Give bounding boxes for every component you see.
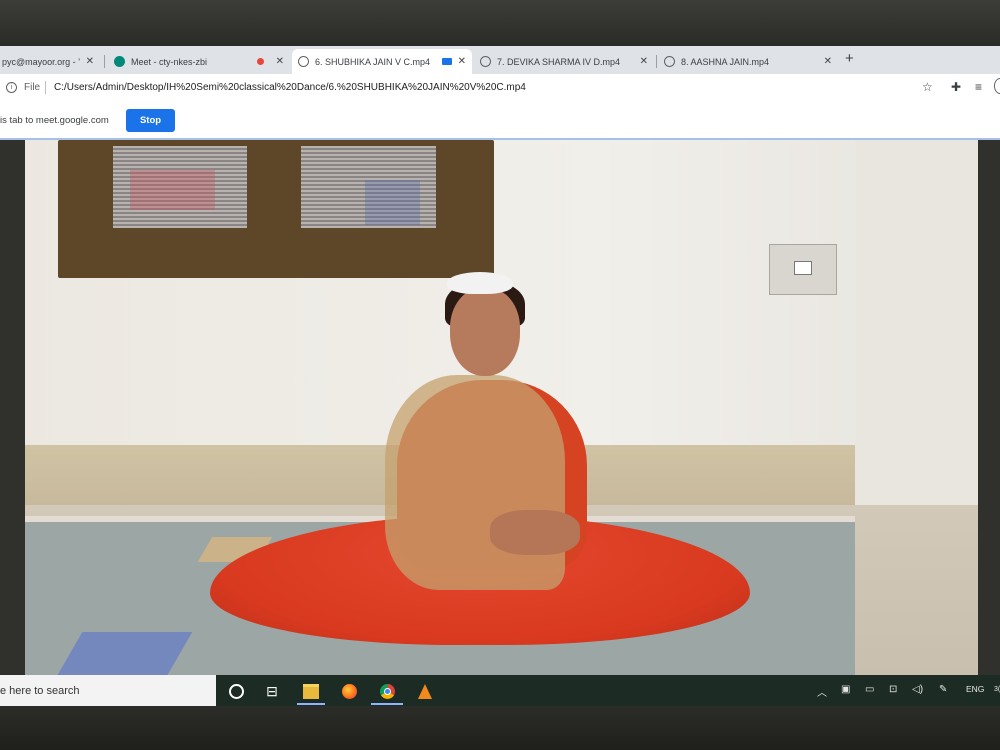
tab-label: 6. SHUBHIKA JAIN V C.mp4 [315, 56, 431, 67]
extensions-puzzle-icon[interactable]: ✚ [951, 80, 961, 94]
tab-label: pyc@mayoor.org - ’ [2, 56, 80, 67]
tab-shubhika-video[interactable]: 6. SHUBHIKA JAIN V C.mp4 ✕ [292, 49, 472, 74]
task-view-icon[interactable]: ⊟ [260, 679, 284, 703]
meet-icon [114, 56, 125, 67]
tab-label: 7. DEVIKA SHARMA IV D.mp4 [497, 56, 621, 67]
close-icon[interactable]: ✕ [458, 56, 466, 67]
video-window-tint [365, 180, 420, 225]
info-icon[interactable]: i [6, 82, 17, 93]
sharing-indicator-icon [441, 58, 452, 65]
taskbar-search-placeholder: e here to search [0, 685, 80, 697]
new-tab-button[interactable]: + [845, 50, 854, 67]
volume-icon[interactable]: ◁) [912, 684, 923, 695]
battery-icon[interactable]: ▭ [865, 684, 874, 695]
close-icon[interactable]: ✕ [86, 56, 94, 67]
video-dancer-dupatta [385, 375, 565, 590]
screen-share-bar: is tab to meet.google.com Stop [0, 101, 1000, 140]
language-indicator[interactable]: ENG [966, 684, 984, 694]
vlc-icon[interactable] [413, 679, 437, 703]
windows-taskbar: e here to search ⊟ ︿ ▣ ▭ ⊡ ◁) ✎ ENG 3( [0, 675, 1000, 706]
url-scheme-label: File [24, 82, 41, 93]
video-player[interactable] [25, 140, 978, 675]
tab-separator [656, 55, 657, 68]
video-window-tint [130, 170, 215, 210]
firefox-icon[interactable] [337, 679, 361, 703]
bookmark-star-icon[interactable]: ☆ [922, 80, 933, 94]
sharing-status-text: is tab to meet.google.com [0, 115, 109, 126]
video-dancer-hands [490, 510, 580, 555]
address-bar: i File C:/Users/Admin/Desktop/IH%20Semi%… [0, 74, 1000, 102]
close-icon[interactable]: ✕ [824, 56, 832, 67]
url-field[interactable]: C:/Users/Admin/Desktop/IH%20Semi%20class… [54, 82, 526, 93]
video-rug-pattern [47, 632, 193, 675]
tab-separator [104, 55, 105, 68]
globe-icon [480, 56, 491, 67]
globe-icon [298, 56, 309, 67]
clock[interactable]: 3( [994, 686, 1000, 693]
globe-icon [664, 56, 675, 67]
monitor-bezel-bottom [0, 706, 1000, 750]
tab-meet[interactable]: Meet - cty-nkes-zbi ✕ [108, 49, 290, 74]
tab-devika-video[interactable]: 7. DEVIKA SHARMA IV D.mp4 ✕ [474, 49, 654, 74]
reading-list-icon[interactable]: ≡ [975, 80, 982, 94]
recording-indicator-icon [256, 58, 264, 65]
file-explorer-icon[interactable] [299, 679, 323, 703]
video-dancer-hair-flowers [447, 272, 513, 294]
taskbar-search-box[interactable]: e here to search [0, 675, 216, 706]
tab-label: 8. AASHNA JAIN.mp4 [681, 56, 770, 67]
pen-icon[interactable]: ✎ [939, 684, 947, 695]
close-icon[interactable]: ✕ [640, 56, 648, 67]
profile-avatar-icon[interactable] [994, 78, 1000, 94]
monitor-bezel-top [0, 0, 1000, 46]
network-icon[interactable]: ⊡ [889, 684, 897, 695]
monitor-bezel-left [0, 140, 25, 675]
video-switch [794, 261, 812, 275]
stop-sharing-button[interactable]: Stop [126, 109, 175, 132]
video-dancer-face [450, 288, 520, 376]
cortana-icon[interactable] [224, 679, 248, 703]
active-app-indicator [297, 703, 325, 705]
tab-gmail[interactable]: pyc@mayoor.org - ’ ✕ [0, 49, 100, 74]
tab-aashna-video[interactable]: 8. AASHNA JAIN.mp4 ✕ [658, 49, 838, 74]
close-icon[interactable]: ✕ [276, 56, 284, 67]
monitor-bezel-right [978, 140, 1000, 675]
video-switch-board [769, 244, 837, 295]
tab-label: Meet - cty-nkes-zbi [131, 56, 208, 67]
meet-tray-icon[interactable]: ▣ [841, 684, 850, 695]
active-app-indicator [371, 703, 403, 705]
url-separator [45, 81, 46, 94]
chevron-up-icon[interactable]: ︿ [817, 684, 827, 699]
chrome-icon[interactable] [375, 679, 399, 703]
